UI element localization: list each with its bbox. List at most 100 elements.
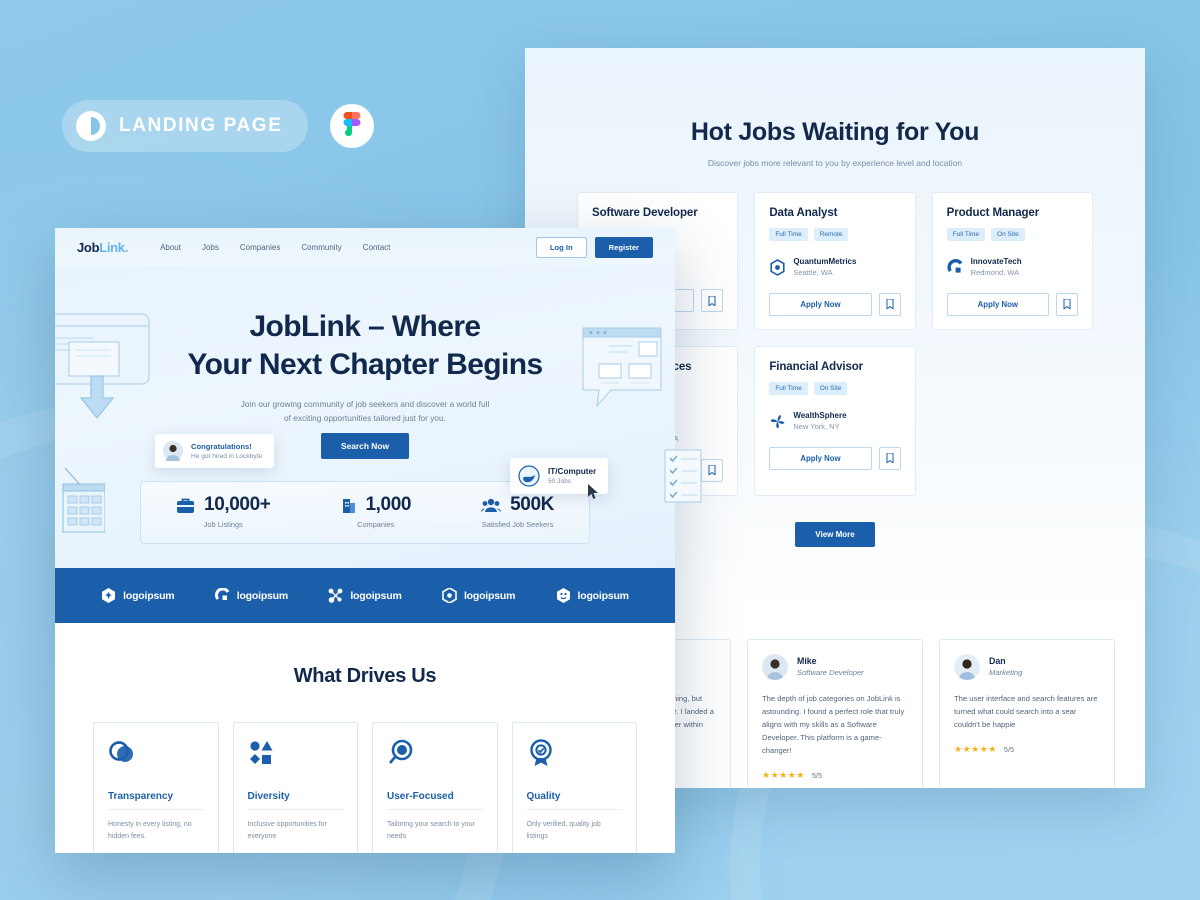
brand-logo-item: logoipsum (442, 588, 515, 603)
stat-label: Satisfied Job Seekers (481, 520, 554, 529)
value-title: Quality (526, 791, 622, 810)
nav-link-contact[interactable]: Contact (363, 243, 391, 252)
brand-logo-item: logoipsum (101, 588, 175, 603)
brand-name: logoipsum (236, 589, 289, 602)
congrats-subtitle: He got hired in Lockbyte (191, 453, 263, 460)
job-tags: Full Time Remote (769, 228, 900, 241)
bookmark-icon[interactable] (878, 446, 901, 470)
star-rating-icon: ★★★★★ (762, 770, 805, 781)
nav-link-companies[interactable]: Companies (240, 243, 280, 252)
molecule-icon (328, 588, 343, 603)
section-title: What Drives Us (293, 665, 437, 687)
apply-now-button[interactable]: Apply Now (769, 292, 872, 316)
logo-main: Job (77, 239, 100, 255)
value-card: Transparency Honesty in every listing, n… (93, 722, 219, 853)
job-title: Software Developer (592, 207, 698, 219)
register-button[interactable]: Register (594, 236, 653, 258)
job-card[interactable]: Data Analyst Full Time Remote QuantumMet… (754, 192, 916, 330)
figma-icon (330, 104, 375, 148)
job-card[interactable]: Product Manager Full Time On Site Innova… (931, 192, 1093, 330)
magnifier-icon (387, 739, 483, 769)
value-description: Honesty in every listing, no hidden fees… (108, 821, 192, 841)
brand-name: logoipsum (123, 589, 175, 602)
value-card: Quality Only verified, quality job listi… (511, 722, 637, 853)
stat-value: 10,000+ (204, 494, 271, 515)
testimonial-role: Marketing (989, 668, 1023, 678)
testimonial-card: Dan Marketing The user interface and sea… (939, 638, 1115, 788)
brand-name: logoipsum (577, 589, 629, 602)
nav-link-community[interactable]: Community (301, 243, 341, 252)
bookmark-icon[interactable] (701, 458, 724, 482)
nav-link-about[interactable]: About (160, 243, 181, 252)
testimonial-header: Mike Software Developer (762, 653, 908, 680)
value-title: Diversity (247, 791, 343, 810)
job-company: QuantumMetrics Seattle, WA (769, 257, 900, 278)
value-title: User-Focused (387, 791, 483, 810)
testimonial-rating: ★★★★★ 5/5 (954, 744, 1100, 755)
hero-section: JobLink – Where Your Next Chapter Begins… (55, 266, 675, 568)
company-location: New York, NY (793, 421, 840, 431)
job-title: Financial Advisor (769, 360, 864, 373)
testimonial-name: Dan (989, 656, 1006, 667)
target-dot-icon (442, 588, 457, 603)
nav-link-jobs[interactable]: Jobs (202, 243, 219, 252)
jobs-page-subtitle: Discover jobs more relevant to you by ex… (707, 158, 963, 168)
rating-value: 5/5 (1003, 744, 1015, 754)
stat-companies: 1,000 Companies (341, 494, 411, 529)
landing-page-mockup: JobLink. About Jobs Companies Community … (55, 228, 675, 853)
hero-title-line1: JobLink – Where (249, 310, 481, 343)
stat-top: 1,000 (341, 494, 411, 516)
briefcase-icon (177, 498, 195, 513)
job-company: InnovateTech Redmond, WA (947, 257, 1078, 278)
what-drives-us-section: What Drives Us Transparency Honesty in e… (55, 623, 675, 853)
shapes-grid-icon (248, 739, 344, 769)
nav-actions: Log In Register (535, 236, 653, 258)
avatar (762, 653, 788, 680)
job-tag: Full Time (946, 228, 986, 241)
brand-name: logoipsum (350, 589, 402, 602)
stat-job-seekers: 500K Satisfied Job Seekers (481, 494, 554, 529)
company-location: Redmond, WA (970, 267, 1020, 277)
job-tags: Full Time On Site (946, 228, 1078, 241)
c-mark-icon (214, 588, 230, 600)
stat-label: Companies (357, 520, 395, 529)
value-title: Transparency (108, 791, 204, 810)
value-description: Tailoring your search to your needs (387, 821, 475, 841)
view-more-button[interactable]: View More (795, 521, 875, 547)
hexagon-star-icon (102, 588, 116, 603)
stat-job-listings: 10,000+ Job Listings (176, 494, 271, 529)
testimonial-role: Software Developer (797, 668, 864, 678)
bookmark-icon[interactable] (701, 289, 724, 312)
logo-accent: Link (99, 239, 125, 255)
hero-subtitle: Join our growing community of job seeker… (55, 397, 675, 425)
search-now-button[interactable]: Search Now (321, 433, 409, 459)
job-tag: Full Time (769, 381, 808, 395)
logo-dot: . (124, 239, 129, 255)
testimonial-body: The depth of job categories on JobLink i… (762, 693, 905, 756)
company-name: QuantumMetrics (793, 257, 857, 266)
logo-band: logoipsum logoipsum logoipsum logoipsum … (55, 568, 675, 623)
value-description: Only verified, quality job listings (526, 821, 601, 841)
bookmark-icon[interactable] (878, 292, 901, 316)
hero-title-line2: Your Next Chapter Begins (187, 347, 543, 381)
wealthsphere-swirl-icon (769, 413, 786, 430)
hero-subtitle-line2: of exciting opportunities tailored just … (284, 413, 446, 424)
congrats-title: Congratulations! (191, 442, 252, 451)
stat-top: 10,000+ (176, 494, 271, 516)
stat-label: Job Listings (203, 520, 243, 529)
company-name: InnovateTech (970, 257, 1022, 266)
logo[interactable]: JobLink. (77, 240, 128, 255)
job-card[interactable]: Financial Advisor Full Time On Site Weal… (754, 345, 916, 496)
apply-now-button[interactable]: Apply Now (946, 292, 1049, 316)
job-tag: On Site (991, 228, 1025, 241)
page-title: JobLink – Where Your Next Chapter Begins (55, 308, 675, 383)
nav-links: About Jobs Companies Community Contact (160, 243, 390, 252)
login-button[interactable]: Log In (535, 236, 587, 258)
badge-check-icon (527, 739, 623, 769)
hex-face-icon (556, 588, 570, 603)
bookmark-icon[interactable] (1055, 292, 1078, 316)
innovate-c-icon (947, 258, 964, 276)
quantum-hex-icon (769, 259, 786, 276)
apply-now-button[interactable]: Apply Now (769, 446, 872, 470)
jobs-page-title: Hot Jobs Waiting for You (690, 118, 980, 146)
